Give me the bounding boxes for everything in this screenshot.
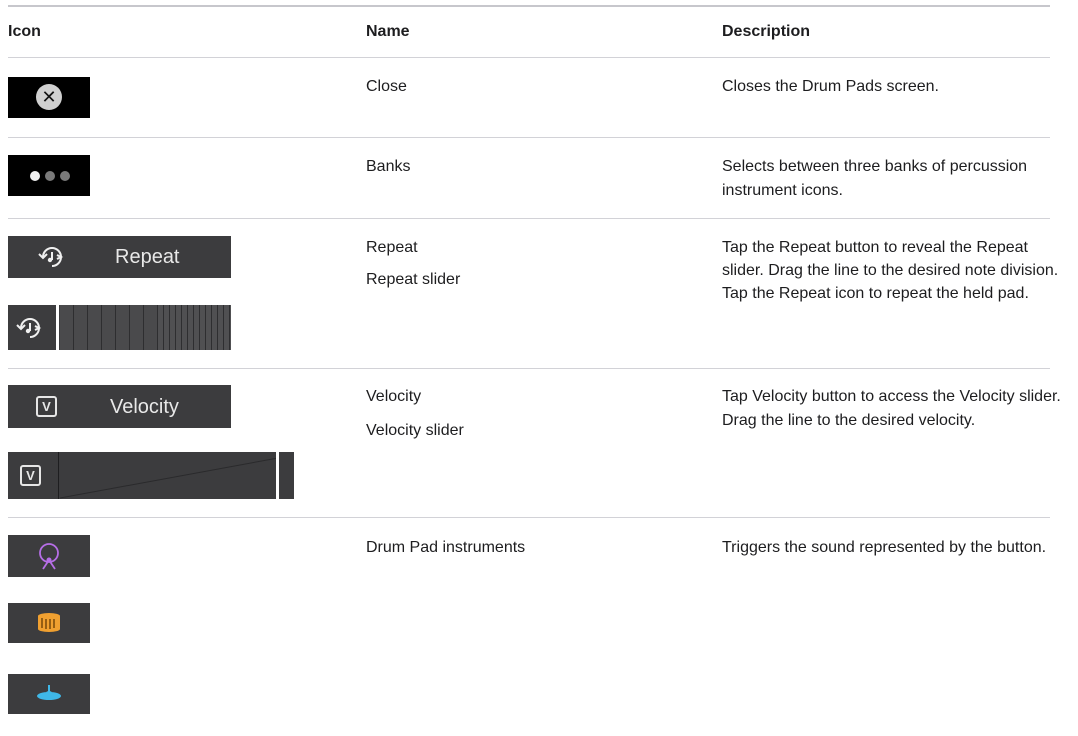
row-name: Close bbox=[366, 78, 407, 95]
velocity-ramp bbox=[59, 457, 279, 499]
row-rule bbox=[8, 218, 1050, 219]
repeat-slider-handle bbox=[56, 305, 59, 350]
row-name: Drum Pad instruments bbox=[366, 539, 526, 556]
repeat-icon bbox=[38, 247, 64, 267]
row-description: Selects between three banks of percussio… bbox=[722, 158, 1028, 199]
bank-dot bbox=[45, 171, 55, 181]
header-rule bbox=[8, 57, 1050, 58]
row-description: Tap the Repeat button to reveal the Repe… bbox=[722, 239, 1059, 302]
repeat-slider bbox=[8, 305, 231, 350]
repeat-slider-divisions-fine bbox=[158, 305, 231, 350]
velocity-button: V Velocity bbox=[8, 385, 231, 428]
table-top-rule bbox=[8, 5, 1050, 7]
snare-drum-pad bbox=[8, 603, 90, 643]
bank-dot bbox=[60, 171, 70, 181]
row-description: Closes the Drum Pads screen. bbox=[722, 78, 939, 95]
kick-drum-pad bbox=[8, 535, 90, 577]
row-name: Repeat bbox=[366, 239, 418, 256]
banks-dots-icon bbox=[8, 155, 90, 196]
velocity-button-label: Velocity bbox=[110, 396, 179, 418]
velocity-slider-handle bbox=[276, 452, 279, 499]
row-name-secondary: Repeat slider bbox=[366, 271, 461, 288]
repeat-button-label: Repeat bbox=[115, 246, 180, 268]
snare-drum-icon bbox=[38, 613, 60, 632]
row-rule bbox=[8, 137, 1050, 138]
row-name-secondary: Velocity slider bbox=[366, 422, 464, 439]
repeat-button: Repeat bbox=[8, 236, 231, 278]
velocity-icon: V bbox=[36, 396, 57, 417]
row-rule bbox=[8, 517, 1050, 518]
cymbal-icon bbox=[37, 685, 61, 700]
header-name: Name bbox=[366, 23, 410, 40]
header-description: Description bbox=[722, 23, 811, 40]
row-rule bbox=[8, 368, 1050, 369]
repeat-icon bbox=[16, 318, 42, 338]
bank-dot-active bbox=[30, 171, 40, 181]
cymbal-pad bbox=[8, 674, 90, 714]
header-icon: Icon bbox=[8, 23, 41, 40]
row-description: Tap Velocity button to access the Veloci… bbox=[722, 388, 1061, 429]
row-name: Velocity bbox=[366, 388, 422, 405]
row-description: Triggers the sound represented by the bu… bbox=[722, 539, 1047, 556]
kick-drum-icon bbox=[39, 543, 59, 570]
row-name: Banks bbox=[366, 158, 411, 175]
close-icon: ✕ bbox=[36, 84, 62, 110]
close-icon-box: ✕ bbox=[8, 77, 90, 118]
velocity-slider: V bbox=[8, 452, 294, 499]
